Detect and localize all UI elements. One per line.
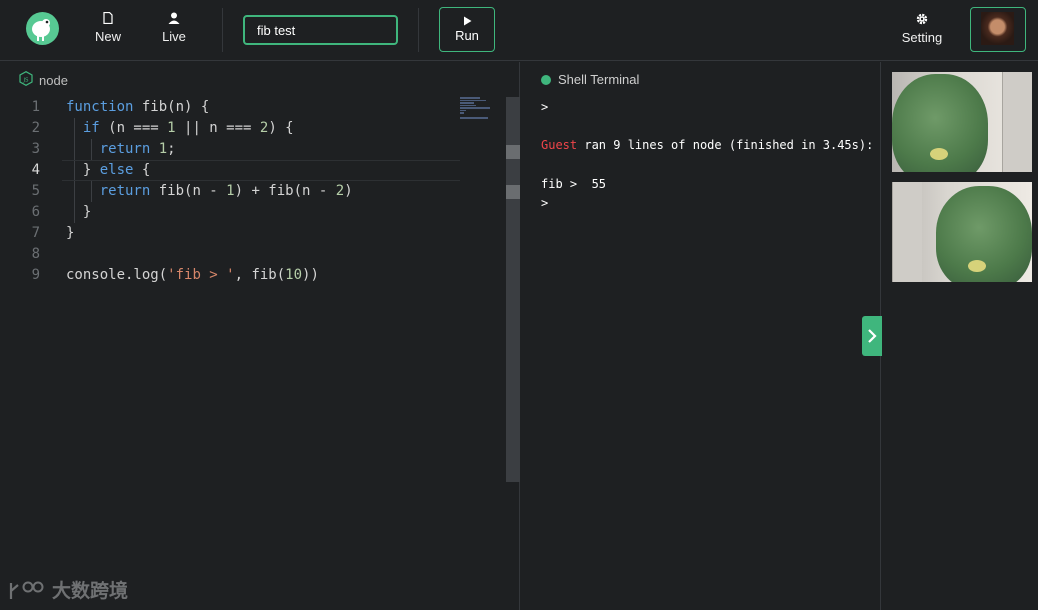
line-number: 3 [31, 141, 40, 157]
line-number: 5 [31, 183, 40, 199]
js-icon: JS [19, 71, 33, 89]
editor-scrollbar[interactable] [506, 97, 520, 482]
code-line: 8 [0, 244, 505, 265]
top-bar: New Live Run Setting [0, 0, 1038, 61]
watermark-text: 大数跨境 [52, 581, 129, 602]
new-button[interactable]: New [94, 11, 122, 44]
project-title-input[interactable] [243, 15, 398, 45]
code-line: 1 function fib(n) { [0, 97, 505, 118]
code-line: 9 console.log('fib > ', fib(10)) [0, 265, 505, 286]
code-line: 7} [0, 223, 505, 244]
line-number: 1 [31, 99, 40, 115]
code-line: 2 if (n === 1 || n === 2) { [0, 118, 505, 139]
line-number: 9 [31, 267, 40, 283]
toggle-video-panel-button[interactable] [862, 316, 882, 356]
code-text: console.log('fib > ', fib(10)) [66, 267, 319, 283]
divider [222, 8, 223, 52]
chevron-right-icon [868, 329, 877, 343]
file-icon [94, 11, 122, 26]
divider [418, 8, 419, 52]
guest-name: Guest [541, 138, 578, 152]
run-label: Run [455, 28, 479, 43]
line-number: 4 [31, 162, 40, 178]
status-dot-icon [541, 74, 551, 85]
code-text: return 1; [99, 141, 176, 157]
background-door [1002, 72, 1032, 172]
terminal-run-message: Guest ran 9 lines of node (finished in 3… [541, 138, 873, 152]
user-avatar-button[interactable] [970, 7, 1026, 52]
line-number: 6 [31, 204, 40, 220]
video-feed[interactable] [892, 72, 1032, 172]
plush-eye [930, 148, 948, 160]
avatar [981, 12, 1014, 45]
background-door [892, 182, 922, 282]
terminal-output: fib > 55 [541, 177, 607, 191]
code-line: 3 return 1; [0, 139, 505, 160]
code-area[interactable]: 1 function fib(n) { 2 if (n === 1 || n ==… [0, 97, 505, 286]
code-text: } [66, 225, 75, 241]
play-icon [440, 14, 494, 28]
svg-text:JS: JS [22, 77, 29, 83]
plush-eye [968, 260, 986, 272]
watermark-logo-icon [9, 581, 44, 599]
scrollbar-marker [506, 145, 520, 159]
editor-language-tab: JS node [19, 71, 68, 89]
code-line-active: 4 } else { [0, 160, 505, 181]
code-text: if (n === 1 || n === 2) { [82, 120, 294, 136]
new-label: New [94, 29, 121, 44]
terminal-prompt[interactable]: > [541, 196, 548, 210]
code-line: 5 return fib(n - 1) + fib(n - 2) [0, 181, 505, 202]
line-number: 8 [31, 246, 40, 262]
minimap[interactable] [460, 97, 500, 119]
dodo-logo-icon[interactable] [26, 12, 59, 45]
terminal-prompt: > [541, 100, 549, 114]
watermark: 大数跨境 [8, 576, 128, 603]
setting-label: Setting [901, 30, 943, 45]
code-text: return fib(n - 1) + fib(n - 2) [99, 183, 353, 199]
code-line: 6 } [0, 202, 505, 223]
line-number: 2 [31, 120, 40, 136]
run-message-text: ran 9 lines of node (finished in 3.45s): [577, 138, 874, 152]
terminal-header: Shell Terminal [541, 72, 639, 87]
code-text: function fib(n) { [66, 99, 210, 115]
scrollbar-marker [506, 185, 520, 199]
user-icon [161, 12, 187, 26]
setting-button[interactable]: Setting [897, 13, 947, 45]
code-editor-panel: JS node 1 function fib(n) { 2 if (n === 1… [0, 62, 520, 610]
line-number: 7 [31, 225, 40, 241]
code-text: } [66, 204, 92, 220]
code-text: } else { [66, 162, 151, 178]
run-button[interactable]: Run [439, 7, 495, 52]
live-button[interactable]: Live [161, 12, 187, 44]
terminal-panel: Shell Terminal > Guest ran 9 lines of no… [521, 62, 881, 610]
gear-icon [897, 13, 947, 30]
video-panel [882, 62, 1038, 610]
live-label: Live [162, 29, 186, 44]
language-label: node [39, 72, 68, 88]
video-feed[interactable] [892, 182, 1032, 282]
terminal-title: Shell Terminal [558, 72, 640, 87]
